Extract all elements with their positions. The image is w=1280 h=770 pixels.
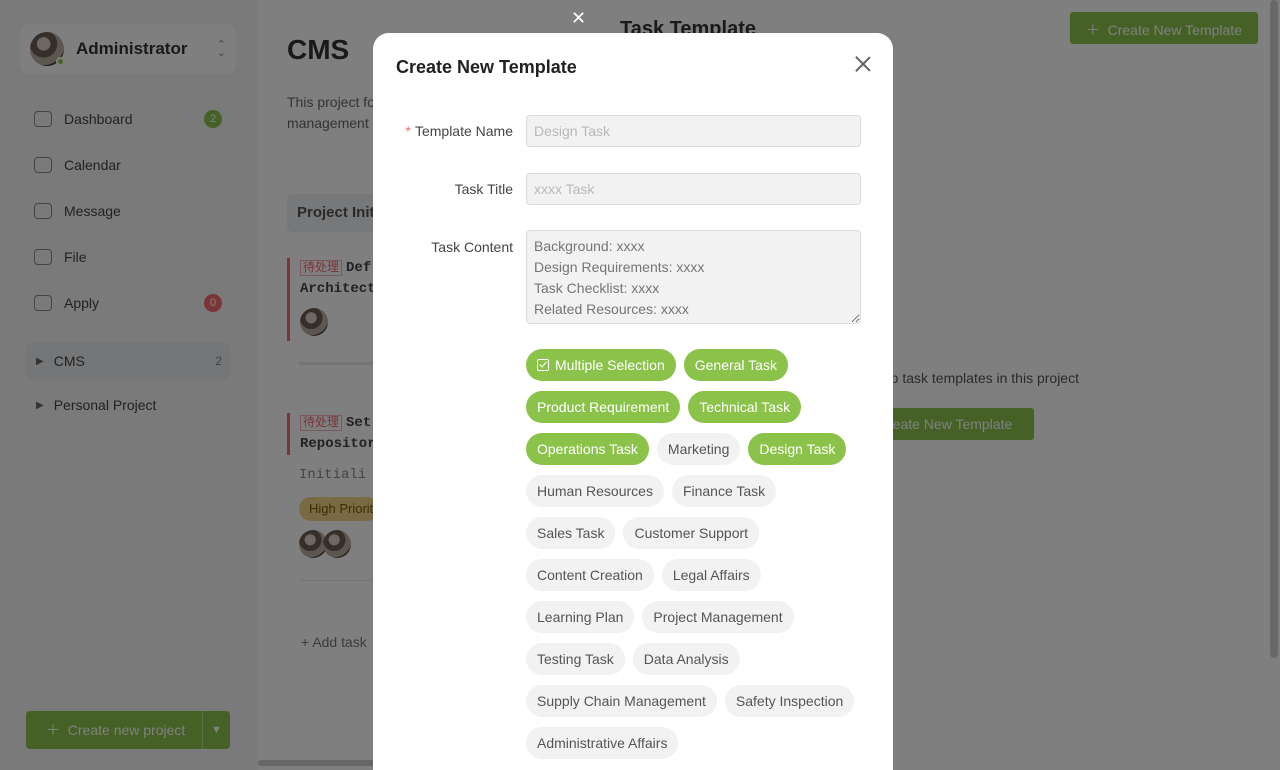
create-template-dialog: Create New Template *Template Name Task … — [373, 33, 893, 770]
template-type-chips: Multiple Selection General Task Product Re… — [526, 349, 871, 769]
template-type-chip[interactable]: Project Management — [642, 601, 794, 633]
required-asterisk: * — [405, 123, 411, 139]
template-type-chip[interactable]: Product Requirement — [526, 391, 681, 423]
template-type-chip[interactable]: Legal Affairs — [661, 559, 761, 591]
template-type-chip[interactable]: Content Creation — [526, 559, 654, 591]
chip-label: Sales Task — [537, 525, 605, 541]
task-title-label: Task Title — [454, 181, 513, 197]
chip-label: Content Creation — [537, 567, 643, 583]
template-type-chip[interactable]: Operations Task — [526, 433, 649, 465]
chip-label: Finance Task — [682, 483, 766, 499]
template-type-chip[interactable]: Data Analysis — [632, 643, 740, 675]
template-type-chip[interactable]: General Task — [683, 349, 788, 381]
template-type-chip[interactable]: Technical Task — [688, 391, 802, 423]
task-content-label: Task Content — [431, 239, 513, 255]
chip-label: Learning Plan — [537, 609, 624, 625]
template-type-chip[interactable]: Sales Task — [526, 517, 616, 549]
template-type-chip[interactable]: Testing Task — [526, 643, 625, 675]
dialog-title: Create New Template — [396, 57, 577, 77]
chip-label: Design Task — [759, 441, 836, 457]
template-type-chip[interactable]: Safety Inspection — [724, 685, 855, 717]
chip-label: Human Resources — [537, 483, 653, 499]
chip-label: Operations Task — [537, 441, 638, 457]
close-drawer-icon[interactable]: ✕ — [571, 8, 586, 29]
chip-label: Data Analysis — [643, 651, 729, 667]
template-type-chip[interactable]: Human Resources — [526, 475, 664, 507]
template-type-chip[interactable]: Supply Chain Management — [526, 685, 717, 717]
chip-label: Administrative Affairs — [537, 735, 668, 751]
chip-label: Safety Inspection — [735, 693, 844, 709]
chip-label: Project Management — [653, 609, 783, 625]
chip-label: General Task — [694, 357, 777, 373]
chip-label: Customer Support — [634, 525, 749, 541]
template-type-chip[interactable]: Customer Support — [623, 517, 760, 549]
task-title-input[interactable] — [526, 173, 861, 205]
chip-label: Testing Task — [537, 651, 614, 667]
chip-label: Legal Affairs — [672, 567, 750, 583]
chip-label: Product Requirement — [537, 399, 670, 415]
template-type-chip[interactable]: Learning Plan — [526, 601, 635, 633]
task-content-textarea[interactable] — [526, 230, 861, 324]
template-type-chip[interactable]: Marketing — [656, 433, 741, 465]
template-name-label: * Template Name — [405, 123, 514, 139]
chip-label: Technical Task — [699, 399, 791, 415]
chip-label: Marketing — [667, 441, 730, 457]
template-type-chip[interactable]: Administrative Affairs — [526, 727, 679, 759]
chip-label: Supply Chain Management — [537, 693, 706, 709]
close-icon[interactable] — [852, 53, 874, 75]
template-name-input[interactable] — [526, 115, 861, 147]
checkbox-icon — [537, 359, 549, 371]
multiple-selection-toggle[interactable]: Multiple Selection — [526, 349, 676, 381]
chip-label: Multiple Selection — [555, 357, 665, 373]
template-type-chip[interactable]: Design Task — [748, 433, 847, 465]
template-type-chip[interactable]: Finance Task — [671, 475, 777, 507]
